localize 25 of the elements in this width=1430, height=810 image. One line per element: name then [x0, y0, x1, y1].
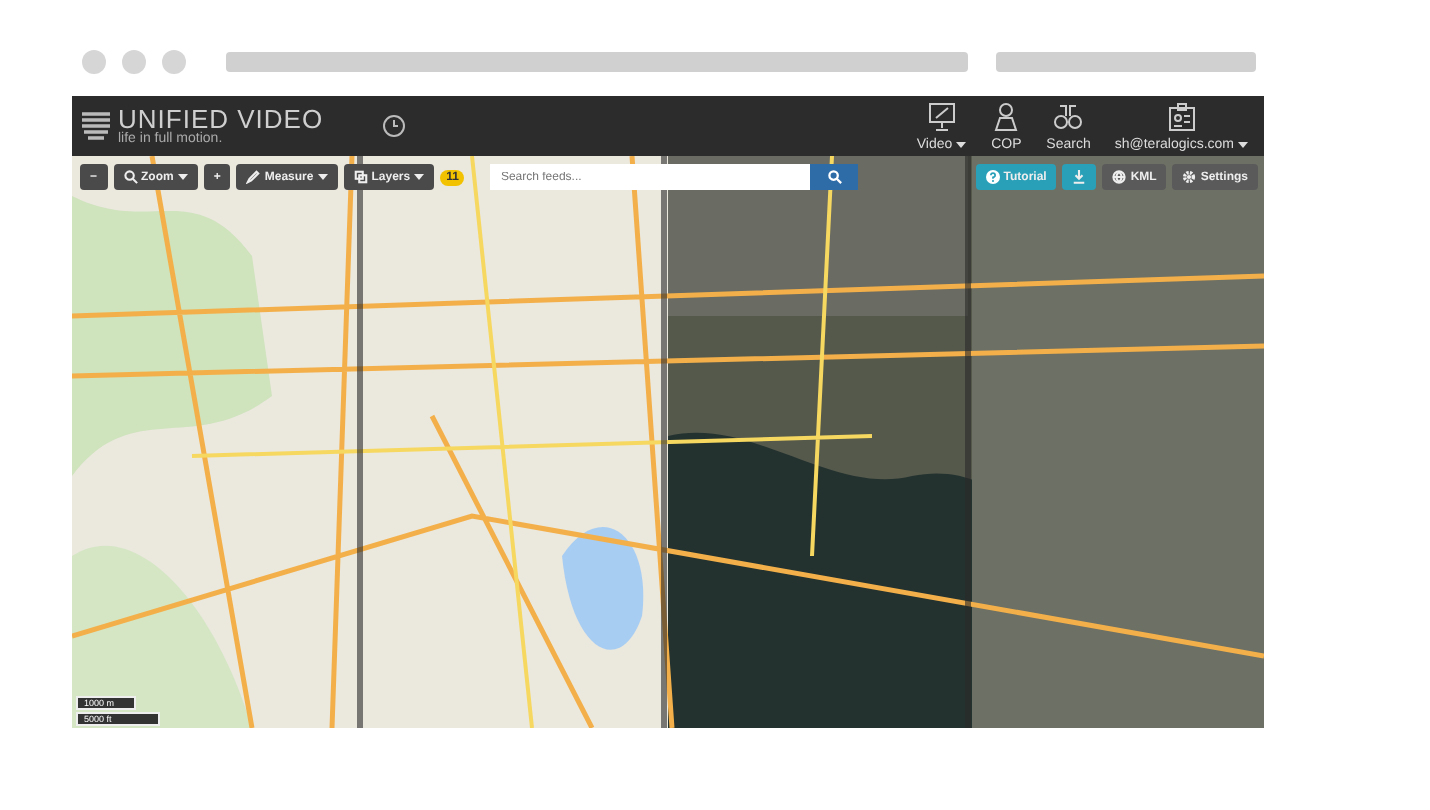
caret-icon [177, 174, 188, 180]
binoculars-icon [1052, 101, 1085, 131]
monitor-icon [925, 101, 958, 131]
download-button[interactable] [1062, 164, 1097, 190]
clock-icon[interactable] [381, 114, 406, 138]
window-dot [162, 50, 186, 74]
search-button[interactable] [810, 164, 859, 190]
caret-icon [317, 174, 328, 180]
help-icon [985, 170, 1000, 184]
window-dot [82, 50, 106, 74]
magnifier-icon [123, 170, 138, 184]
logo-icon [80, 110, 112, 142]
logo-title: UNIFIED VIDEO [118, 106, 324, 132]
download-icon [1072, 170, 1087, 184]
caret-icon [1238, 141, 1248, 147]
settings-icon [1182, 170, 1197, 184]
caret-icon [414, 174, 425, 180]
person-pin-icon [990, 101, 1023, 131]
globe-icon [1112, 170, 1127, 184]
pencil-icon [246, 170, 261, 184]
search-icon [827, 170, 842, 184]
caret-icon [956, 141, 967, 147]
layers-icon [353, 170, 368, 184]
window-dot [122, 50, 146, 74]
id-card-icon [1165, 101, 1198, 131]
